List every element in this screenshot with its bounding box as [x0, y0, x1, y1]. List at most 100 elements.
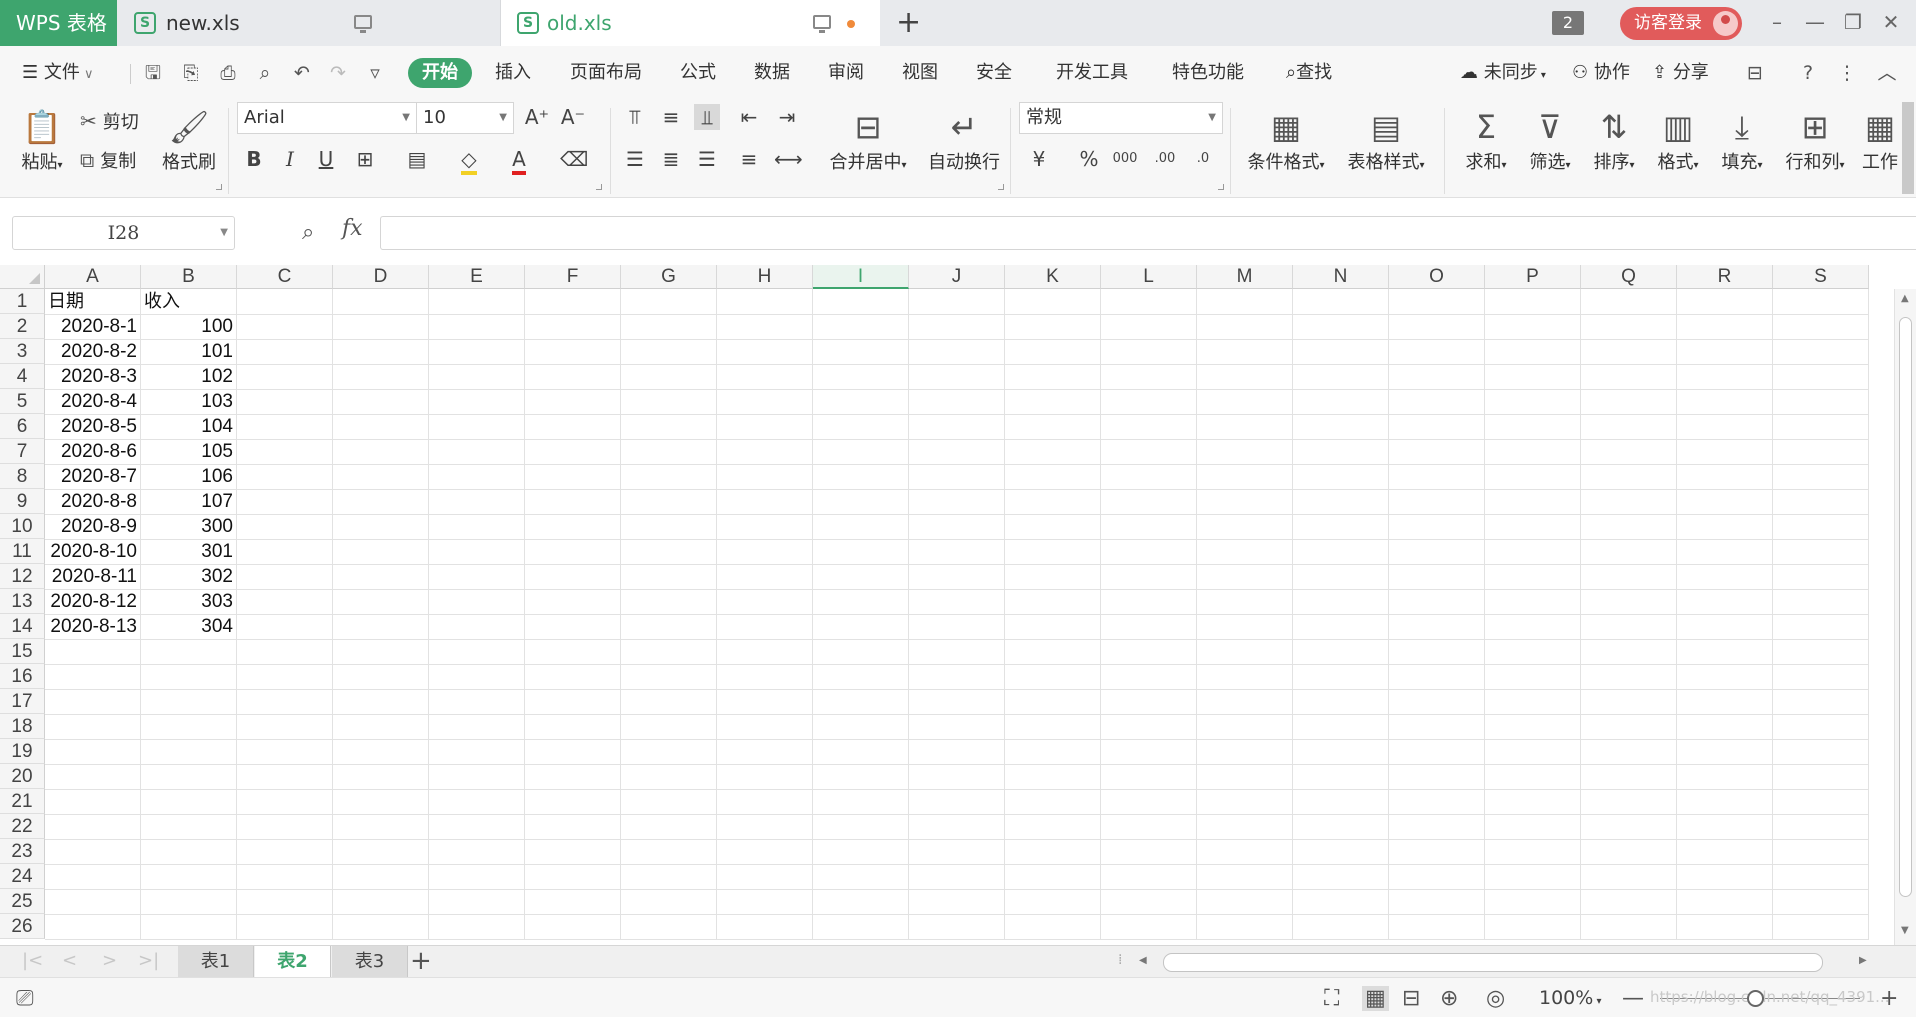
cell-date[interactable]: 2020-8-13 — [45, 614, 140, 639]
row-header[interactable]: 8 — [0, 464, 45, 489]
worksheet-button[interactable]: ▦ 工作 — [1860, 106, 1900, 178]
dialog-launcher-icon[interactable] — [998, 184, 1004, 190]
font-color-icon[interactable]: A — [506, 146, 532, 175]
cell-income[interactable]: 301 — [141, 539, 236, 564]
column-header-l[interactable]: L — [1101, 265, 1197, 289]
cell-header-date[interactable]: 日期 — [45, 289, 140, 314]
vertical-scrollbar[interactable]: ▲ ▼ — [1894, 289, 1916, 945]
last-sheet-icon[interactable]: >| — [138, 950, 159, 971]
row-header[interactable]: 17 — [0, 689, 45, 714]
dialog-launcher-icon[interactable] — [596, 184, 602, 190]
sheet-tab-3[interactable]: 表3 — [332, 946, 408, 977]
column-header-p[interactable]: P — [1485, 265, 1581, 289]
sort-button[interactable]: ⇅ 排序▾ — [1586, 106, 1642, 181]
monitor-icon[interactable] — [813, 15, 831, 33]
sum-button[interactable]: Σ 求和▾ — [1458, 106, 1514, 181]
percent-icon[interactable]: % — [1076, 146, 1102, 172]
filter-button[interactable]: ⊽ 筛选▾ — [1522, 106, 1578, 181]
cell-date[interactable]: 2020-8-6 — [45, 439, 140, 464]
font-name-select[interactable]: Arial ▼ — [237, 102, 417, 134]
cell-date[interactable]: 2020-8-10 — [45, 539, 140, 564]
column-header-k[interactable]: K — [1005, 265, 1101, 289]
fill-color-icon[interactable]: ◇ — [456, 146, 482, 175]
increase-indent-icon[interactable]: ⇥ — [774, 104, 800, 130]
align-center-icon[interactable]: ≣ — [658, 146, 684, 172]
bold-icon[interactable]: B — [241, 146, 267, 172]
wrap-text-button[interactable]: ↵ 自动换行 — [924, 106, 1004, 178]
increase-font-icon[interactable]: A⁺ — [524, 104, 550, 130]
row-header[interactable]: 16 — [0, 664, 45, 689]
column-header-f[interactable]: F — [525, 265, 621, 289]
column-header-o[interactable]: O — [1389, 265, 1485, 289]
tab-insert[interactable]: 插入 — [495, 58, 531, 88]
scroll-thumb[interactable] — [1163, 953, 1823, 972]
format-button[interactable]: ▥ 格式▾ — [1650, 106, 1706, 181]
row-header[interactable]: 18 — [0, 714, 45, 739]
thousands-icon[interactable]: 000 — [1112, 146, 1138, 172]
dialog-launcher-icon[interactable] — [216, 184, 222, 190]
help-icon[interactable]: ? — [1797, 62, 1819, 84]
eye-protection-icon[interactable]: ◎ — [1486, 986, 1505, 1011]
cell-date[interactable]: 2020-8-11 — [45, 564, 140, 589]
tab-old-xls[interactable]: S old.xls — [500, 0, 880, 46]
row-header[interactable]: 21 — [0, 789, 45, 814]
row-header[interactable]: 23 — [0, 839, 45, 864]
select-all-corner[interactable] — [0, 265, 45, 289]
cell-income[interactable]: 300 — [141, 514, 236, 539]
cell-income[interactable]: 103 — [141, 389, 236, 414]
next-sheet-icon[interactable]: > — [102, 950, 117, 971]
zoom-level[interactable]: 100% ▾ — [1539, 987, 1602, 1009]
tab-formulas[interactable]: 公式 — [680, 58, 716, 88]
column-header-m[interactable]: M — [1197, 265, 1293, 289]
column-header-a[interactable]: A — [45, 265, 141, 289]
justify-icon[interactable]: ≡ — [736, 146, 762, 172]
row-header[interactable]: 1 — [0, 289, 45, 314]
redo-icon[interactable]: ↷ — [327, 62, 349, 84]
tab-security[interactable]: 安全 — [976, 58, 1012, 88]
align-top-icon[interactable]: ⫪ — [622, 104, 648, 130]
add-sheet-plus-icon[interactable]: + — [410, 946, 432, 976]
row-header[interactable]: 9 — [0, 489, 45, 514]
save-icon[interactable]: 🖫 — [142, 62, 164, 84]
tab-new-xls[interactable]: S new.xls — [118, 0, 498, 46]
scroll-right-icon[interactable]: ▶ — [1859, 955, 1867, 966]
cell-income[interactable]: 104 — [141, 414, 236, 439]
cell-date[interactable]: 2020-8-12 — [45, 589, 140, 614]
share-button[interactable]: ⇪ 分享 — [1652, 58, 1709, 88]
column-header-e[interactable]: E — [429, 265, 525, 289]
formula-input[interactable] — [380, 216, 1916, 250]
tab-special-features[interactable]: 特色功能 — [1172, 58, 1244, 88]
column-header-q[interactable]: Q — [1581, 265, 1677, 289]
splitter-handle[interactable]: ⁞ — [1118, 952, 1122, 968]
sheet-tab-2[interactable]: 表2 — [255, 946, 331, 977]
cell-date[interactable]: 2020-8-4 — [45, 389, 140, 414]
distributed-icon[interactable]: ⟷ — [774, 146, 803, 172]
first-sheet-icon[interactable]: |< — [22, 950, 43, 971]
italic-icon[interactable]: I — [277, 146, 303, 172]
decrease-font-icon[interactable]: A⁻ — [560, 104, 586, 130]
column-header-n[interactable]: N — [1293, 265, 1389, 289]
row-header[interactable]: 24 — [0, 864, 45, 889]
column-header-r[interactable]: R — [1677, 265, 1773, 289]
zoom-out-icon[interactable]: — — [1622, 986, 1644, 1011]
zoom-slider-knob[interactable] — [1747, 990, 1764, 1007]
row-header[interactable]: 26 — [0, 914, 45, 939]
table-style-button[interactable]: ▤ 表格样式▾ — [1340, 106, 1432, 181]
scroll-left-icon[interactable]: ◀ — [1139, 955, 1147, 966]
align-bottom-icon[interactable]: ⫫ — [694, 104, 720, 130]
dialog-launcher-icon[interactable] — [1218, 184, 1224, 190]
search-menu[interactable]: ⌕查找 — [1286, 58, 1332, 88]
merge-center-button[interactable]: ⊟ 合并居中▾ — [822, 106, 914, 181]
column-header-d[interactable]: D — [333, 265, 429, 289]
guest-login-button[interactable]: 访客登录 — [1620, 7, 1742, 40]
tab-start[interactable]: 开始 — [408, 58, 472, 88]
prev-sheet-icon[interactable]: < — [62, 950, 77, 971]
normal-view-icon[interactable]: ▦ — [1362, 986, 1389, 1011]
new-tab-plus-icon[interactable]: + — [896, 5, 921, 41]
tab-developer[interactable]: 开发工具 — [1056, 58, 1128, 88]
increase-decimal-icon[interactable]: .00 — [1152, 146, 1178, 172]
font-size-select[interactable]: 10 ▼ — [416, 102, 514, 134]
row-header[interactable]: 15 — [0, 639, 45, 664]
spreadsheet-grid[interactable]: ABCDEFGHIJKLMNOPQRS 1 2 3 4 5 6 7 8 9 10 11 12 13 14 1… — [0, 265, 1916, 945]
monitor-icon[interactable] — [354, 15, 372, 33]
